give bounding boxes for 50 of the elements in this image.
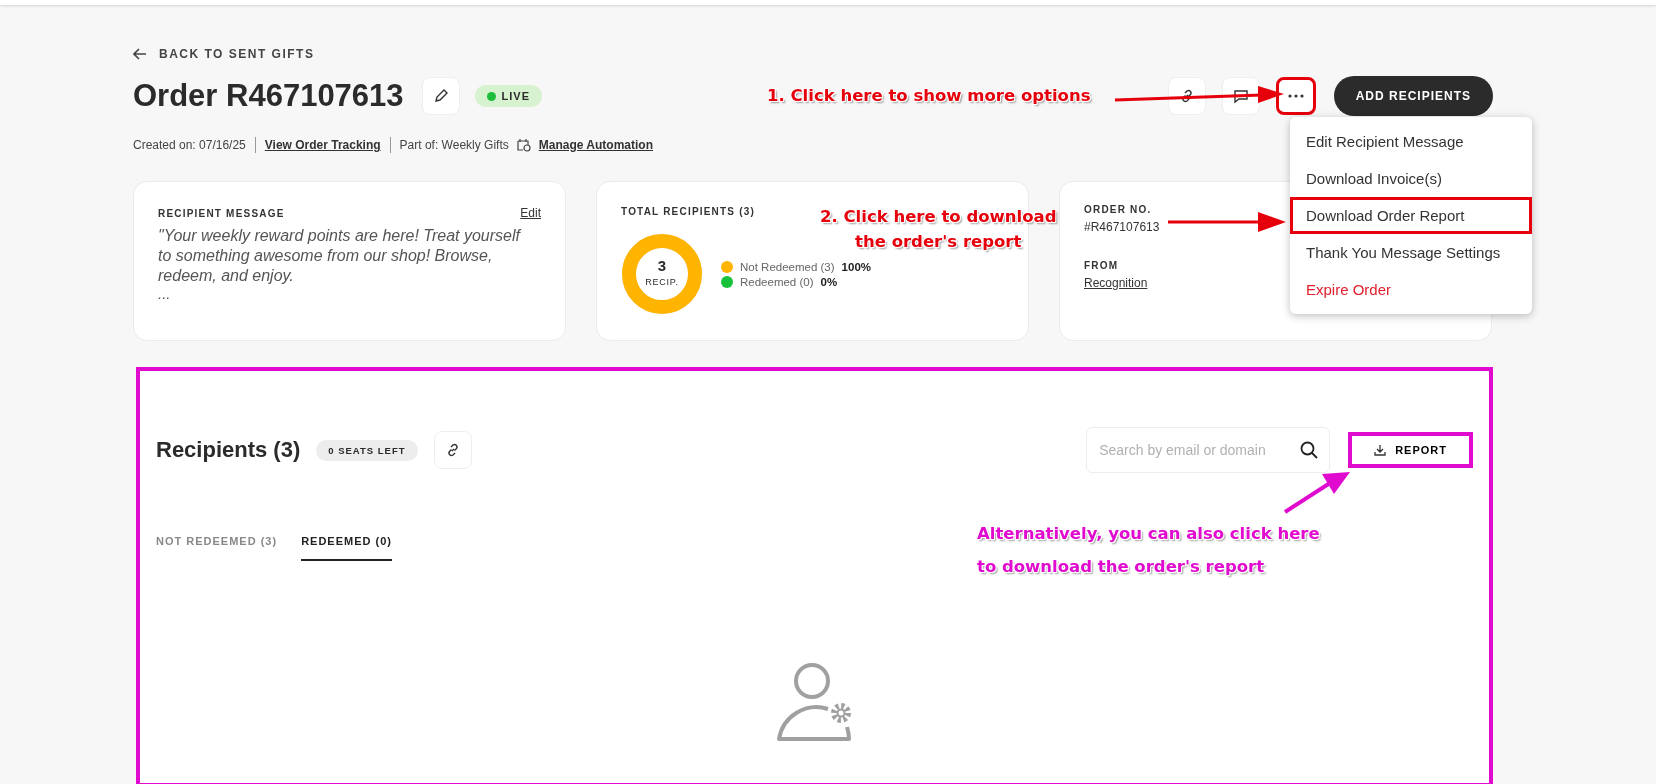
annotation-text: 1. Click here to show more options: [767, 85, 1091, 107]
calendar-refresh-icon: [516, 138, 531, 152]
back-link[interactable]: BACK TO SENT GIFTS: [133, 47, 315, 61]
section-title: Recipients (3): [156, 437, 301, 463]
menu-item[interactable]: Thank You Message Settings: [1290, 234, 1532, 271]
annotation-text: Alternatively, you can also click here to download the order's report: [977, 523, 1320, 578]
add-recipients-button[interactable]: ADD RECIPIENTS: [1333, 76, 1493, 116]
chat-icon: [1232, 88, 1249, 104]
more-text-ellipsis: ...: [158, 286, 172, 302]
edit-button[interactable]: [421, 77, 460, 115]
message-button[interactable]: [1221, 77, 1260, 115]
search-icon: [1300, 441, 1319, 459]
link-button[interactable]: [1167, 77, 1206, 115]
legend-percent: 0%: [820, 275, 838, 288]
order-title: Order R467107613: [133, 78, 404, 114]
donut-label: RECIP.: [644, 277, 680, 287]
annotation-text: 2. Click here to download the order's report: [820, 206, 1057, 253]
field-label: ORDER NO.: [1084, 204, 1152, 215]
filter-tab[interactable]: REDEEMED (0): [301, 535, 392, 561]
recipient-message: "Your weekly reward points are here! Treat yourself to something awesome from our shop! Browse, redeem, and enjoy.: [158, 226, 523, 286]
status-badge: LIVE: [474, 85, 543, 107]
edit-link[interactable]: Edit: [520, 206, 541, 220]
part-of-label: Part of: Weekly Gifts: [399, 138, 509, 152]
menu-item[interactable]: Download Invoice(s): [1290, 160, 1532, 197]
menu-item[interactable]: Download Order Report: [1290, 197, 1532, 234]
arrow-left-icon: [133, 48, 147, 60]
seats-left-badge: 0 SEATS LEFT: [316, 439, 418, 461]
annotation-arrow: [1283, 472, 1350, 514]
field-value: #R467107613: [1084, 220, 1160, 234]
copy-link-button[interactable]: [433, 431, 472, 469]
more-options-button[interactable]: [1275, 77, 1316, 115]
donut-count: 3: [656, 257, 668, 274]
legend-percent: 100%: [841, 260, 872, 273]
card-heading: RECIPIENT MESSAGE: [158, 207, 285, 219]
pencil-icon: [432, 88, 449, 104]
filter-tab[interactable]: NOT REDEEMED (3): [156, 535, 278, 561]
order-tracking-link[interactable]: View Order Tracking: [264, 138, 381, 152]
legend-label: Redeemed (0): [740, 275, 814, 288]
from-link[interactable]: Recognition: [1084, 276, 1148, 290]
created-date: Created on: 07/16/25: [133, 138, 246, 152]
search-field[interactable]: Search by email or domain: [1086, 427, 1331, 473]
ellipsis-icon: [1287, 94, 1304, 98]
field-label: FROM: [1084, 260, 1119, 271]
menu-item[interactable]: Expire Order: [1290, 271, 1532, 308]
menu-item[interactable]: Edit Recipient Message: [1290, 123, 1532, 160]
report-button[interactable]: REPORT: [1348, 432, 1473, 468]
download-icon: [1374, 444, 1387, 456]
legend-label: Not Redeemed (3): [740, 260, 835, 273]
manage-automation-link[interactable]: Manage Automation: [538, 138, 653, 152]
card-heading: TOTAL RECIPIENTS (3): [621, 206, 755, 217]
